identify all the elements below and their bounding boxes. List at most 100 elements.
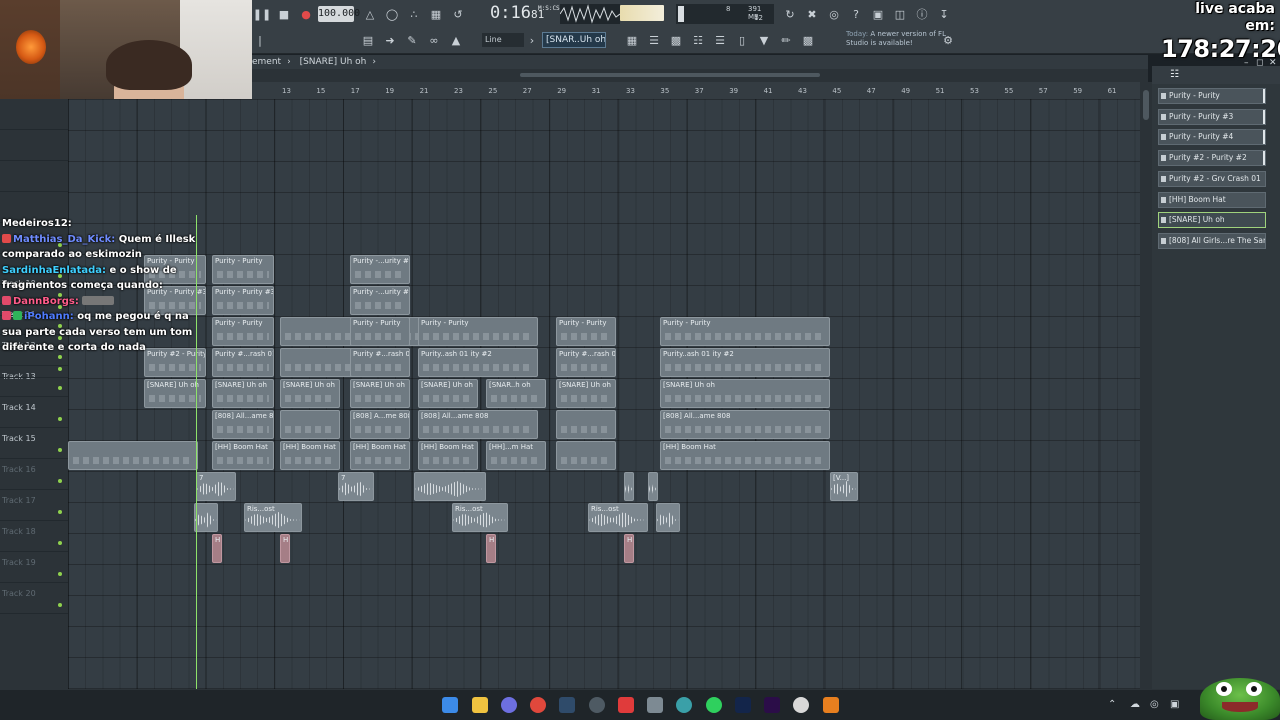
plugin-icon[interactable]: ◫	[892, 6, 908, 22]
track-header[interactable]	[0, 99, 68, 130]
track-header[interactable]	[0, 130, 68, 161]
pattern-clip[interactable]: Purity -...urity #4	[350, 286, 410, 315]
spotify-icon[interactable]	[706, 697, 722, 713]
scroll-icon[interactable]: |	[252, 32, 268, 48]
audio-clip[interactable]	[414, 472, 486, 501]
vertical-scrollbar[interactable]	[1140, 82, 1152, 689]
tools-icon[interactable]: ✖	[804, 6, 820, 22]
audio-clip[interactable]	[624, 472, 634, 501]
pattern-clip[interactable]: Purity - Purity	[418, 317, 538, 346]
horizontal-scrollbar[interactable]	[252, 69, 1148, 82]
stamp-icon[interactable]: ▲	[448, 32, 464, 48]
picker-item[interactable]: [SNARE] Uh oh	[1158, 212, 1266, 229]
track-mute-led[interactable]	[58, 386, 62, 390]
scrollbar-thumb[interactable]	[1143, 90, 1149, 120]
audio-clip[interactable]: Ris...ost	[244, 503, 302, 532]
pattern-clip[interactable]: [SNAR..h oh	[486, 379, 546, 408]
pattern-clip[interactable]	[280, 410, 340, 439]
pattern-clip[interactable]: [SNARE] Uh oh	[418, 379, 478, 408]
track-header[interactable]: Track 17	[0, 490, 68, 521]
track-mute-led[interactable]	[58, 367, 62, 371]
help-icon[interactable]: ?	[848, 6, 864, 22]
pattern-clip[interactable]: Purity..ash 01 ity #2	[660, 348, 830, 377]
discord-icon[interactable]	[501, 697, 517, 713]
pattern-clip[interactable]: [HH] Boom Hat	[280, 441, 340, 470]
scrollbar-thumb[interactable]	[520, 73, 820, 77]
audio-clip[interactable]	[656, 503, 680, 532]
mic-icon[interactable]: ◎	[826, 6, 842, 22]
track-header[interactable]: Track 16	[0, 459, 68, 490]
timeline-ruler[interactable]: 13 15 17 19 21 23 25 27 29 31 33 35 37 39 41 43 45 47 49 51…	[252, 82, 1140, 99]
track-header[interactable]: Track 19	[0, 552, 68, 583]
pattern-clip[interactable]: [SNARE] Uh oh	[350, 379, 410, 408]
pattern-clip[interactable]: [HH] Boom Hat	[660, 441, 830, 470]
info-icon[interactable]: ⓘ	[914, 6, 930, 22]
channel-rack-icon[interactable]: ▦	[624, 32, 640, 48]
audio-clip[interactable]: Ris...ost	[452, 503, 508, 532]
audio-clip[interactable]: 7	[196, 472, 236, 501]
cloud-icon[interactable]: ☁	[1130, 699, 1140, 710]
pattern-clip[interactable]: [SNARE] Uh oh	[556, 379, 616, 408]
track-mute-led[interactable]	[58, 417, 62, 421]
plug-icon[interactable]: ▼	[756, 32, 772, 48]
mic-tray-icon[interactable]: ◎	[1150, 699, 1159, 710]
picker-item[interactable]: [HH] Boom Hat	[1158, 191, 1266, 208]
pattern-clip[interactable]: Purity - Purity	[556, 317, 616, 346]
track-header[interactable]: Track 18	[0, 521, 68, 552]
pattern-clip[interactable]: [SNARE] Uh oh	[660, 379, 830, 408]
settings-app-icon[interactable]	[647, 697, 663, 713]
download-icon[interactable]: ↧	[936, 6, 952, 22]
chevron-right-icon[interactable]: ›	[524, 32, 540, 48]
pattern-clip[interactable]: Purity #...rash 01	[350, 348, 410, 377]
pattern-clip[interactable]: Purity -...urity #3	[350, 255, 410, 284]
audio-clip[interactable]: H	[486, 534, 496, 563]
picker-item[interactable]: Purity #2 - Purity #2	[1158, 150, 1266, 167]
audio-clip[interactable]: H	[624, 534, 634, 563]
pattern-clip[interactable]: [HH] Boom Hat	[418, 441, 478, 470]
track-mute-led[interactable]	[58, 541, 62, 545]
audio-clip[interactable]: [V...]	[830, 472, 858, 501]
photoshop-icon[interactable]	[735, 697, 751, 713]
network-icon[interactable]: ▣	[1170, 699, 1179, 710]
pattern-clip[interactable]: Purity #...rash 01	[212, 348, 274, 377]
pattern-clip[interactable]	[556, 441, 616, 470]
track-mute-led[interactable]	[58, 479, 62, 483]
eq-icon[interactable]: ☰	[646, 32, 662, 48]
steam-icon[interactable]	[559, 697, 575, 713]
countdown-icon[interactable]: ∴	[406, 6, 422, 22]
pattern-clip[interactable]: [SNARE] Uh oh	[280, 379, 340, 408]
pattern-clip[interactable]: Purity - Purity	[212, 255, 274, 284]
pattern-clip[interactable]	[68, 441, 198, 470]
snap-select[interactable]: Line	[482, 33, 524, 47]
track-mute-led[interactable]	[58, 572, 62, 576]
pattern-clip[interactable]	[556, 410, 616, 439]
brush-icon[interactable]: ✏	[778, 32, 794, 48]
windows-start-icon[interactable]	[442, 697, 458, 713]
media-player-icon[interactable]	[793, 697, 809, 713]
pattern-clip[interactable]: [SNARE] Uh oh	[212, 379, 274, 408]
obs-icon[interactable]	[589, 697, 605, 713]
opera-icon[interactable]	[618, 697, 634, 713]
loop-record-icon[interactable]: ↺	[450, 6, 466, 22]
mixer-icon[interactable]: ☷	[690, 32, 706, 48]
file-explorer-icon[interactable]	[472, 697, 488, 713]
arrow-right-icon[interactable]: ➜	[382, 32, 398, 48]
tempo-display[interactable]: 100.000	[318, 6, 360, 22]
track-header[interactable]: Track 15	[0, 428, 68, 459]
pattern-clip[interactable]: [808] All...ame 808	[212, 410, 274, 439]
picker-item[interactable]: [808] All Girls...re The Same 808	[1158, 232, 1266, 249]
pattern-clip[interactable]: Purity - Purity	[660, 317, 830, 346]
pattern-clip[interactable]: [808] A...me 808	[350, 410, 410, 439]
browser-icon[interactable]: ☰	[712, 32, 728, 48]
car-icon[interactable]: ▩	[800, 32, 816, 48]
track-mute-led[interactable]	[58, 448, 62, 452]
playlist-icon[interactable]: ▤	[360, 32, 376, 48]
premiere-icon[interactable]	[764, 697, 780, 713]
pattern-clip[interactable]: Purity - Purity	[350, 317, 410, 346]
pattern-clip[interactable]: Purity - Purity #3	[212, 286, 274, 315]
piano-icon[interactable]: ☷	[1170, 69, 1179, 80]
track-header[interactable]: Track 20	[0, 583, 68, 614]
audio-clip[interactable]: 7	[338, 472, 374, 501]
pattern-clip[interactable]: Purity #...rash 01	[556, 348, 616, 377]
record-icon[interactable]: ●	[298, 6, 314, 22]
